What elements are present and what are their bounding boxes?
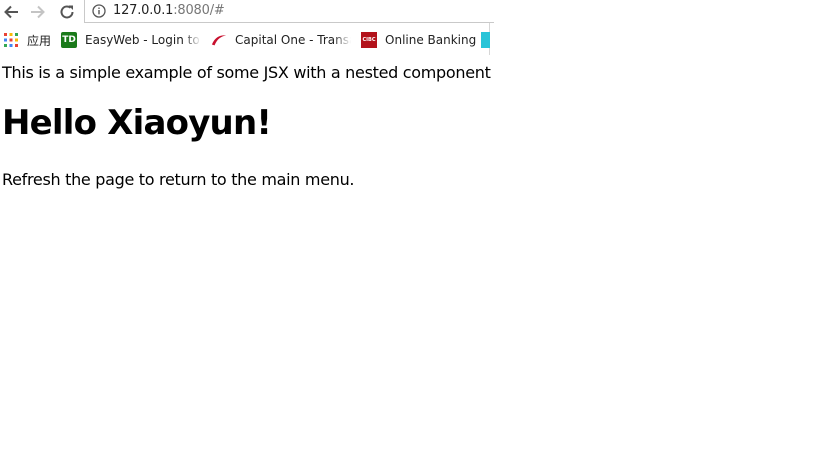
info-icon[interactable] <box>92 3 106 18</box>
back-button[interactable] <box>0 1 22 23</box>
apps-grid-icon <box>3 32 19 48</box>
bookmark-label: EasyWeb - Login to o <box>85 33 202 47</box>
bookmark-easyweb[interactable]: TD EasyWeb - Login to o <box>61 29 201 51</box>
cibc-badge: CIBC <box>361 32 378 48</box>
arrow-right-icon <box>31 5 45 19</box>
bookmark-label: Capital One - Transac <box>235 33 352 47</box>
bookmark-apps[interactable]: 应用 <box>3 29 51 51</box>
address-bar[interactable]: 127.0.0.1:8080/# <box>84 0 494 23</box>
bookmarks-bar: 应用 TD EasyWeb - Login to o Capital One -… <box>0 29 490 51</box>
td-badge: TD <box>61 32 78 48</box>
bookmark-label: Online Banking <box>385 33 477 47</box>
intro-text: This is a simple example of some JSX wit… <box>2 63 491 82</box>
td-bank-icon: TD <box>61 32 78 48</box>
bookmark-label: 应用 <box>27 33 52 48</box>
greeting-heading: Hello Xiaoyun! <box>2 103 272 143</box>
browser-chrome: 127.0.0.1:8080/# 应用 TD EasyWeb - Login t… <box>0 0 494 55</box>
capital-one-icon <box>211 32 227 48</box>
reload-icon <box>60 5 74 19</box>
bookmark-overflow-icon[interactable] <box>481 32 490 48</box>
url-host: 127.0.0.1 <box>113 3 174 18</box>
cibc-icon: CIBC <box>361 32 378 48</box>
forward-button[interactable] <box>27 1 49 23</box>
bookmark-online-banking[interactable]: CIBC Online Banking <box>361 29 476 51</box>
refresh-note: Refresh the page to return to the main m… <box>2 170 355 189</box>
arrow-left-icon <box>4 5 18 19</box>
url-text[interactable]: 127.0.0.1:8080/# <box>113 3 225 18</box>
bookmark-capital-one[interactable]: Capital One - Transac <box>211 29 351 51</box>
url-path: :8080/# <box>173 3 225 18</box>
navigation-bar: 127.0.0.1:8080/# <box>0 0 494 24</box>
reload-button[interactable] <box>56 1 78 23</box>
